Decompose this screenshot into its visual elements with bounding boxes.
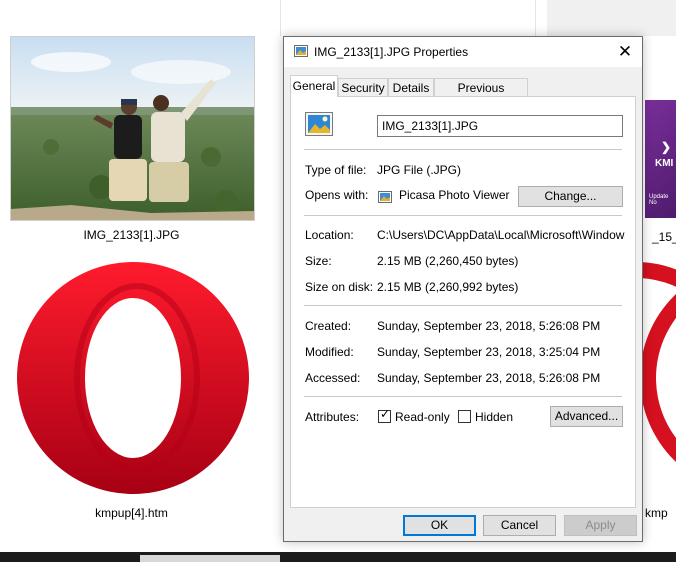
image-file-icon xyxy=(305,112,333,136)
divider xyxy=(304,149,622,150)
checkmark-icon: ✓ xyxy=(380,407,391,421)
image-file-thumbnail[interactable] xyxy=(10,36,255,221)
change-button[interactable]: Change... xyxy=(518,186,623,207)
dialog-title: IMG_2133[1].JPG Properties xyxy=(314,45,469,59)
advanced-button[interactable]: Advanced... xyxy=(550,406,623,427)
size-on-disk-value: 2.15 MB (2,260,992 bytes) xyxy=(377,280,519,294)
attributes-label: Attributes: xyxy=(305,410,360,424)
picasa-icon xyxy=(378,191,392,203)
partial-file-thumbnail[interactable]: ❯ KMI Update No xyxy=(645,100,676,218)
tab-general[interactable]: General xyxy=(290,75,338,97)
general-tab-panel: Type of file: JPG File (.JPG) Opens with… xyxy=(290,96,636,508)
hidden-label[interactable]: Hidden xyxy=(475,410,513,424)
taskbar xyxy=(0,552,676,562)
opens-with-label: Opens with: xyxy=(305,188,369,202)
size-value: 2.15 MB (2,260,450 bytes) xyxy=(377,254,519,268)
opera-logo-icon[interactable] xyxy=(17,262,249,494)
modified-label: Modified: xyxy=(305,345,354,359)
dialog-titlebar[interactable]: IMG_2133[1].JPG Properties ✕ xyxy=(284,37,642,67)
partial-file-label[interactable]: kmp xyxy=(645,506,668,520)
thumbnail-subtext: Update No xyxy=(649,194,669,206)
accessed-value: Sunday, September 23, 2018, 5:26:08 PM xyxy=(377,371,601,385)
apply-button[interactable]: Apply xyxy=(564,515,637,536)
tab-previous-versions[interactable]: Previous Versions xyxy=(434,78,528,113)
location-value: C:\Users\DC\AppData\Local\Microsoft\Wind… xyxy=(377,228,625,242)
opens-with-value: Picasa Photo Viewer xyxy=(399,188,510,202)
thumbnail-text: KMI xyxy=(655,158,674,169)
photo-thumbnail-image xyxy=(11,37,254,220)
image-file-label[interactable]: IMG_2133[1].JPG xyxy=(10,228,253,242)
tab-security[interactable]: Security xyxy=(338,78,388,96)
column-divider xyxy=(280,0,281,36)
image-file-icon xyxy=(294,45,308,57)
created-value: Sunday, September 23, 2018, 5:26:08 PM xyxy=(377,319,601,333)
close-icon[interactable]: ✕ xyxy=(614,41,636,63)
partial-file-label[interactable]: _15_a xyxy=(652,230,676,244)
explorer-header-area xyxy=(547,0,676,36)
readonly-label[interactable]: Read-only xyxy=(395,410,450,424)
filename-input[interactable] xyxy=(377,115,623,137)
size-on-disk-label: Size on disk: xyxy=(305,280,374,294)
cancel-button[interactable]: Cancel xyxy=(483,515,556,536)
column-divider xyxy=(535,0,536,36)
properties-dialog: IMG_2133[1].JPG Properties ✕ General Sec… xyxy=(283,36,643,542)
taskbar-item[interactable] xyxy=(140,555,280,562)
modified-value: Sunday, September 23, 2018, 3:25:04 PM xyxy=(377,345,601,359)
location-label: Location: xyxy=(305,228,354,242)
size-label: Size: xyxy=(305,254,332,268)
divider xyxy=(304,305,622,306)
arrow-icon: ❯ xyxy=(661,140,672,154)
readonly-checkbox[interactable]: ✓ xyxy=(378,407,391,423)
opera-logo-icon[interactable] xyxy=(640,262,676,494)
tab-details[interactable]: Details xyxy=(388,78,434,96)
accessed-label: Accessed: xyxy=(305,371,361,385)
created-label: Created: xyxy=(305,319,352,333)
divider xyxy=(304,215,622,216)
hidden-checkbox[interactable] xyxy=(458,410,471,423)
divider xyxy=(304,396,622,397)
htm-file-label[interactable]: kmpup[4].htm xyxy=(10,506,253,520)
type-value: JPG File (.JPG) xyxy=(377,163,462,177)
ok-button[interactable]: OK xyxy=(403,515,476,536)
type-label: Type of file: xyxy=(305,163,367,177)
